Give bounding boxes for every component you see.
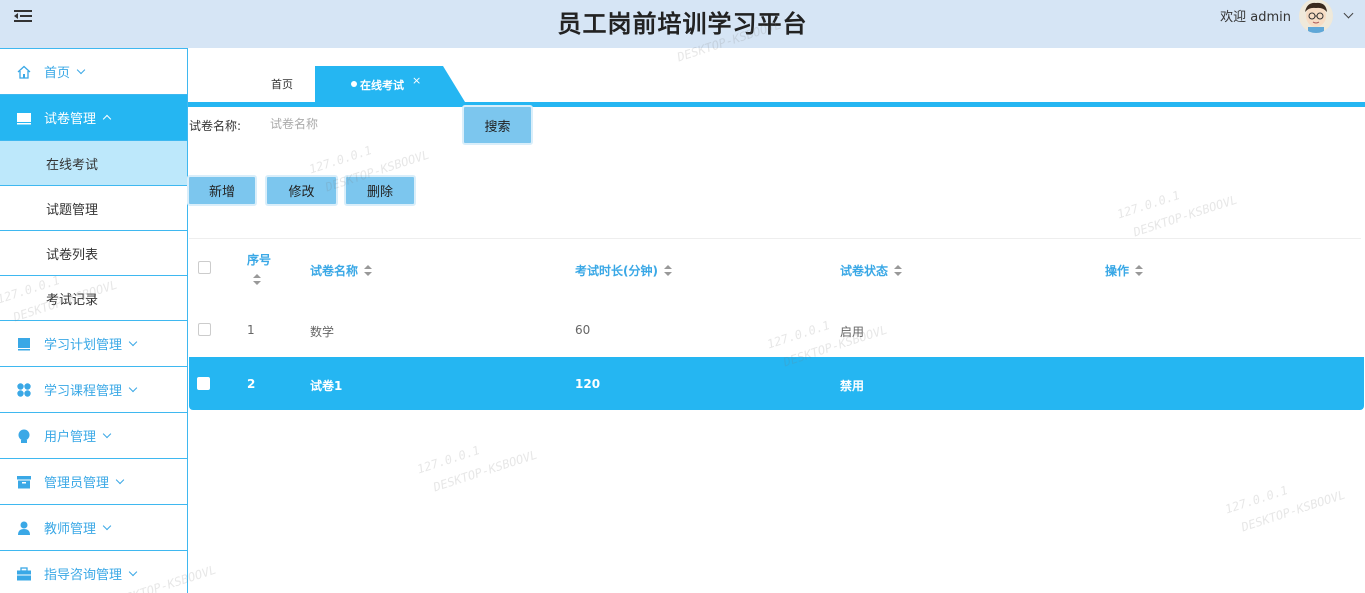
column-header-action[interactable]: 操作 xyxy=(1105,262,1144,279)
cell-duration: 120 xyxy=(575,377,601,391)
watermark: 127.0.0.1DESKTOP-KSBOOVL xyxy=(414,423,540,501)
book-icon xyxy=(16,336,32,352)
table-row[interactable]: 1 数学 60 启用 xyxy=(189,303,1364,355)
person-icon xyxy=(16,520,32,536)
column-label: 操作 xyxy=(1105,264,1130,278)
cell-name: 数学 xyxy=(310,325,335,339)
column-label: 考试时长(分钟) xyxy=(575,264,658,278)
add-button[interactable]: 新增 xyxy=(187,175,257,206)
home-icon xyxy=(16,64,32,80)
chevron-up-icon xyxy=(102,114,112,124)
watermark: 127.0.0.1DESKTOP-KSBOOVL xyxy=(1114,168,1240,246)
sort-icon[interactable] xyxy=(663,264,672,277)
sidebar-item-home[interactable]: 首页 xyxy=(0,48,187,94)
tab-bar: 首页 在线考试 × xyxy=(188,66,1365,107)
table-header: 序号 试卷名称 考试时长(分钟) 试卷状态 操作 xyxy=(189,241,1364,303)
watermark-ip: 127.0.0.1 xyxy=(307,143,374,177)
close-icon[interactable]: × xyxy=(412,74,421,87)
sort-icon[interactable] xyxy=(364,264,373,277)
monitor-icon xyxy=(16,110,32,126)
chevron-down-icon xyxy=(102,429,112,438)
sidebar-item-study-plan[interactable]: 学习计划管理 xyxy=(0,320,187,366)
chevron-down-icon xyxy=(76,65,86,74)
sidebar-subitem-exam-records[interactable]: 考试记录 xyxy=(0,275,187,320)
sidebar-item-label: 指导咨询管理 xyxy=(44,568,123,583)
user-badge-icon xyxy=(16,428,32,444)
grid-icon xyxy=(16,382,32,398)
sidebar-subitem-exam-list[interactable]: 试卷列表 xyxy=(0,230,187,275)
chevron-down-icon xyxy=(128,337,138,346)
column-label: 序号 xyxy=(247,253,272,267)
divider xyxy=(189,238,1361,239)
cell-status: 禁用 xyxy=(840,379,865,393)
watermark-host: DESKTOP-KSBOOVL xyxy=(1131,192,1240,240)
watermark-ip: 127.0.0.1 xyxy=(1115,188,1182,222)
archive-icon xyxy=(16,474,32,490)
cell-duration: 60 xyxy=(575,323,591,337)
sidebar-item-admin-management[interactable]: 管理员管理 xyxy=(0,458,187,504)
chevron-down-icon xyxy=(115,475,125,484)
sidebar-item-label: 学习计划管理 xyxy=(44,338,123,353)
sidebar-subitem-online-exam[interactable]: 在线考试 xyxy=(0,140,187,185)
column-header-index[interactable]: 序号 xyxy=(247,251,271,286)
search-label: 试卷名称: xyxy=(189,119,242,133)
select-all-checkbox[interactable] xyxy=(198,261,211,274)
chevron-down-icon xyxy=(102,521,112,530)
watermark-host: DESKTOP-KSBOOVL xyxy=(1239,487,1348,535)
active-dot-icon xyxy=(351,81,357,87)
sidebar-item-study-course[interactable]: 学习课程管理 xyxy=(0,366,187,412)
app-title: 员工岗前培训学习平台 xyxy=(557,10,808,38)
sidebar-item-label: 教师管理 xyxy=(44,522,97,537)
table-row[interactable]: 2 试卷1 120 禁用 xyxy=(189,357,1364,410)
welcome-text: 欢迎 admin xyxy=(1220,9,1291,25)
column-header-duration[interactable]: 考试时长(分钟) xyxy=(575,262,672,279)
tab-online-exam[interactable]: 在线考试 × xyxy=(315,66,465,102)
column-header-status[interactable]: 试卷状态 xyxy=(840,262,903,279)
sidebar-item-consulting-management[interactable]: 指导咨询管理 xyxy=(0,550,187,593)
row-checkbox[interactable] xyxy=(198,323,211,336)
sidebar-item-exam-management[interactable]: 试卷管理 xyxy=(0,94,187,140)
cell-index: 1 xyxy=(247,323,255,337)
column-label: 试卷名称 xyxy=(310,264,359,278)
tab-home[interactable]: 首页 xyxy=(248,66,316,102)
sidebar-item-label: 试卷管理 xyxy=(44,112,97,127)
sidebar-item-user-management[interactable]: 用户管理 xyxy=(0,412,187,458)
cell-name: 试卷1 xyxy=(310,379,343,393)
chevron-down-icon[interactable] xyxy=(1343,8,1354,19)
watermark-host: DESKTOP-KSBOOVL xyxy=(431,447,540,495)
tab-label: 在线考试 xyxy=(360,79,404,92)
edit-button[interactable]: 修改 xyxy=(265,175,338,206)
chevron-down-icon xyxy=(128,383,138,392)
cell-index: 2 xyxy=(247,377,256,391)
search-input[interactable] xyxy=(262,110,452,138)
chevron-down-icon xyxy=(128,567,138,576)
sidebar-item-label: 管理员管理 xyxy=(44,476,110,491)
sidebar-item-label: 学习课程管理 xyxy=(44,384,123,399)
search-button[interactable]: 搜索 xyxy=(462,105,533,145)
watermark: 127.0.0.1DESKTOP-KSBOOVL xyxy=(1222,463,1348,541)
row-checkbox[interactable] xyxy=(197,377,210,390)
cell-status: 启用 xyxy=(840,325,865,339)
briefcase-icon xyxy=(16,566,32,582)
sort-icon[interactable] xyxy=(253,274,261,286)
delete-button[interactable]: 删除 xyxy=(344,175,416,206)
sidebar-item-label: 用户管理 xyxy=(44,430,97,445)
user-menu[interactable]: 欢迎 admin xyxy=(1220,0,1333,33)
sidebar-item-label: 首页 xyxy=(44,66,71,81)
column-label: 试卷状态 xyxy=(840,264,889,278)
sidebar: 首页 试卷管理 在线考试 试题管理 试卷列表 考试记录 学习计划管理 学习课程管… xyxy=(0,48,188,593)
sidebar-subitem-question-management[interactable]: 试题管理 xyxy=(0,185,187,230)
sort-icon[interactable] xyxy=(1135,264,1144,277)
avatar[interactable] xyxy=(1299,0,1333,33)
menu-toggle-icon[interactable] xyxy=(14,9,34,25)
watermark-ip: 127.0.0.1 xyxy=(1223,483,1290,517)
exam-table: 序号 试卷名称 考试时长(分钟) 试卷状态 操作 1 数学 60 启用 2 试卷… xyxy=(189,241,1364,410)
top-header: 员工岗前培训学习平台 欢迎 admin xyxy=(0,0,1365,48)
sidebar-item-teacher-management[interactable]: 教师管理 xyxy=(0,504,187,550)
column-header-name[interactable]: 试卷名称 xyxy=(310,262,373,279)
sort-icon[interactable] xyxy=(894,264,903,277)
tab-underline xyxy=(188,102,1365,107)
watermark-ip: 127.0.0.1 xyxy=(415,443,482,477)
